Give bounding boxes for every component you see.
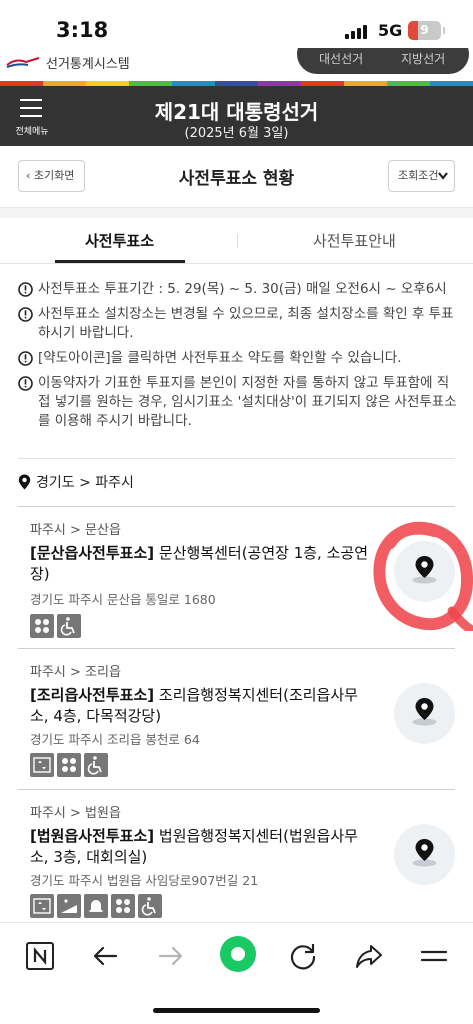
network-type: 5G <box>378 21 403 40</box>
notice-item: 사전투표소 투표기간 : 5. 29(목) ~ 5. 30(금) 매일 오전6시… <box>18 280 458 299</box>
list-item[interactable]: 파주시 > 조리읍 [조리읍사전투표소] 조리읍행정복지센터(조리읍사무소, 4… <box>18 648 455 789</box>
station-region: 파주시 > 조리읍 <box>30 665 121 680</box>
wheelchair-icon <box>57 614 81 638</box>
site-top-strip: 선거통계시스템 대선선거 지방선거 <box>0 48 473 84</box>
map-pin-icon <box>412 839 437 867</box>
notice-text: 사전투표소 설치장소는 변경될 수 있으므로, 최종 설치장소를 확인 후 투표… <box>38 306 454 341</box>
green-dot-home-icon[interactable] <box>218 934 258 974</box>
station-name: [조리읍사전투표소] 조리읍행정복지센터(조리읍사무소, 4층, 다목적강당) <box>30 685 370 727</box>
table-icon <box>57 753 81 777</box>
battery-icon: 9 <box>408 21 445 40</box>
election-toggle[interactable]: 대선선거 지방선거 <box>297 48 469 74</box>
status-time: 3:18 <box>56 18 109 42</box>
elevator-icon <box>30 894 54 918</box>
condition-label: 조회조건 <box>398 169 439 182</box>
back-arrow-icon[interactable] <box>90 941 120 971</box>
tab-early-voting-stations[interactable]: 사전투표소 <box>85 230 154 251</box>
tab-divider <box>237 234 238 248</box>
toggle-right[interactable]: 지방선거 <box>401 50 445 67</box>
tab-active-underline <box>55 260 185 263</box>
ramp-icon <box>57 894 81 918</box>
site-logo-icon <box>6 57 40 68</box>
exclamation-icon <box>18 282 33 297</box>
list-item[interactable]: 파주시 > 법원읍 [법원읍사전투표소] 법원읍행정복지센터(법원읍사무소, 3… <box>18 789 455 923</box>
station-name-bracket: [법원읍사전투표소] <box>30 827 155 845</box>
chevron-down-icon <box>438 172 448 180</box>
location-pin-icon <box>18 474 31 490</box>
station-region: 파주시 > 법원읍 <box>30 806 121 821</box>
page-header-subtitle: (2025년 6월 3일) <box>184 126 289 141</box>
station-name: [법원읍사전투표소] 법원읍행정복지센터(법원읍사무소, 3층, 대회의실) <box>30 826 370 868</box>
table-icon <box>111 894 135 918</box>
search-condition-button[interactable]: 조회조건 <box>388 160 455 192</box>
location-text: 경기도 > 파주시 <box>36 475 134 491</box>
section-gap <box>0 208 473 218</box>
station-region: 파주시 > 문산읍 <box>30 523 121 538</box>
divider <box>18 458 455 459</box>
notice-item: 이동약자가 기표한 투표지를 본인이 지정한 자를 통하지 않고 투표함에 직접… <box>18 374 458 431</box>
notice-item: [약도아이콘]을 클릭하면 사전투표소 약도를 확인할 수 있습니다. <box>18 349 458 368</box>
station-name: [문산읍사전투표소] 문산행복센터(공연장 1층, 소공연장) <box>30 543 370 585</box>
map-button[interactable] <box>394 683 455 744</box>
station-list: 파주시 > 문산읍 [문산읍사전투표소] 문산행복센터(공연장 1층, 소공연장… <box>18 506 455 923</box>
page-header-title: 제21대 대통령선거 <box>154 100 319 124</box>
sub-toolbar: ‹ 초기화면 사전투표소 현황 조회조건 <box>0 146 473 208</box>
map-pin-icon <box>412 698 437 726</box>
forward-arrow-icon[interactable] <box>156 941 186 971</box>
tab-early-voting-guide[interactable]: 사전투표안내 <box>313 230 396 251</box>
map-pin-icon <box>412 556 437 584</box>
home-indicator <box>153 1008 320 1013</box>
facility-icons <box>30 753 108 777</box>
signal-icon <box>345 25 369 39</box>
exclamation-icon <box>18 376 33 391</box>
elevator-icon <box>30 753 54 777</box>
notice-list: 사전투표소 투표기간 : 5. 29(목) ~ 5. 30(금) 매일 오전6시… <box>18 280 458 437</box>
map-button[interactable] <box>394 541 455 602</box>
wheelchair-icon <box>84 753 108 777</box>
naver-n-icon[interactable] <box>25 941 55 971</box>
notice-text: 사전투표소 투표기간 : 5. 29(목) ~ 5. 30(금) 매일 오전6시… <box>38 281 447 297</box>
station-name-bracket: [문산읍사전투표소] <box>30 544 155 562</box>
site-name: 선거통계시스템 <box>46 57 130 72</box>
refresh-icon[interactable] <box>288 941 318 971</box>
toggle-left[interactable]: 대선선거 <box>319 50 363 67</box>
notice-item: 사전투표소 설치장소는 변경될 수 있으므로, 최종 설치장소를 확인 후 투표… <box>18 305 458 343</box>
station-address: 경기도 파주시 조리읍 봉천로 64 <box>30 732 200 747</box>
site-header: 전체메뉴 제21대 대통령선거 (2025년 6월 3일) <box>0 86 473 146</box>
map-button[interactable] <box>394 824 455 885</box>
share-icon[interactable] <box>354 941 384 971</box>
bell-icon <box>84 894 108 918</box>
notice-text: [약도아이콘]을 클릭하면 사전투표소 약도를 확인할 수 있습니다. <box>38 350 402 366</box>
table-icon <box>30 614 54 638</box>
station-name-bracket: [조리읍사전투표소] <box>30 686 155 704</box>
location-breadcrumb: 경기도 > 파주시 <box>18 472 134 492</box>
tab-bar: 사전투표소 사전투표안내 <box>0 218 473 264</box>
exclamation-icon <box>18 307 33 322</box>
battery-level: 9 <box>420 23 429 37</box>
station-address: 경기도 파주시 문산읍 통일로 1680 <box>30 592 216 607</box>
exclamation-icon <box>18 351 33 366</box>
wheelchair-icon <box>138 894 162 918</box>
menu-icon[interactable] <box>419 941 449 971</box>
notice-text: 이동약자가 기표한 투표지를 본인이 지정한 자를 통하지 않고 투표함에 직접… <box>38 375 457 429</box>
list-item[interactable]: 파주시 > 문산읍 [문산읍사전투표소] 문산행복센터(공연장 1층, 소공연장… <box>18 506 455 648</box>
facility-icons <box>30 894 162 918</box>
facility-icons <box>30 614 81 638</box>
station-address: 경기도 파주시 법원읍 사임당로907번길 21 <box>30 873 259 888</box>
